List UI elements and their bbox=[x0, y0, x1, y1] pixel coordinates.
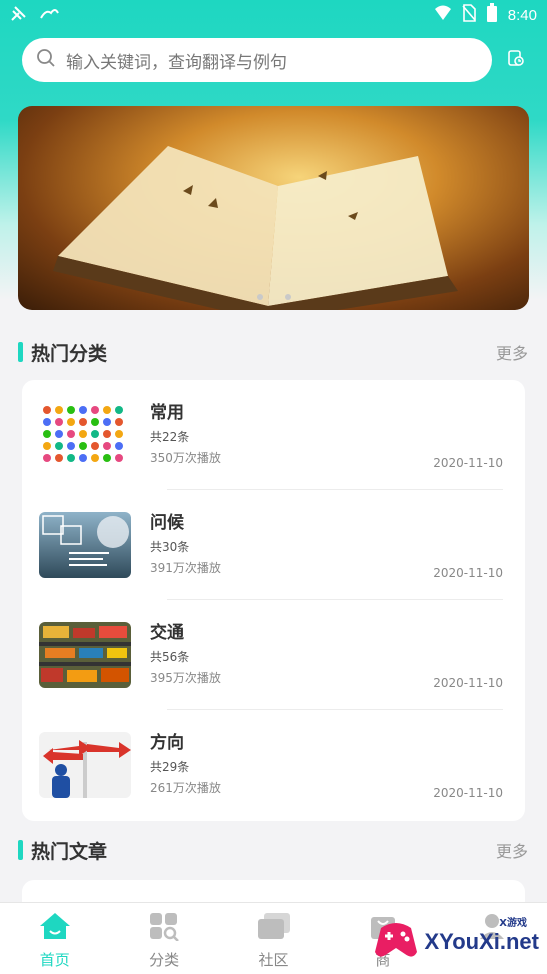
search-input[interactable]: 输入关键词，查询翻译与例句 bbox=[22, 38, 492, 82]
gamepad-logo-icon bbox=[373, 918, 419, 966]
more-link[interactable]: 更多 bbox=[496, 838, 528, 862]
category-thumbnail bbox=[39, 512, 131, 578]
carousel-indicator bbox=[18, 294, 529, 300]
tab-label: 首页 bbox=[39, 951, 70, 969]
search-placeholder: 输入关键词，查询翻译与例句 bbox=[66, 52, 287, 73]
carousel-dot[interactable] bbox=[284, 294, 291, 300]
category-thumbnail bbox=[39, 732, 131, 798]
category-date: 2020-11-10 bbox=[433, 676, 503, 690]
tab-label: 社区 bbox=[258, 951, 289, 969]
category-title: 常用 bbox=[150, 403, 184, 423]
carousel-dot[interactable] bbox=[256, 294, 263, 300]
category-title: 方向 bbox=[150, 733, 184, 753]
tab-category[interactable]: 分类 bbox=[109, 903, 218, 974]
no-sim-icon bbox=[462, 4, 476, 26]
category-title: 交通 bbox=[150, 623, 184, 643]
tab-home[interactable]: 首页 bbox=[0, 903, 109, 974]
category-item-greeting[interactable]: 问候 共30条 391万次播放 2020-11-10 bbox=[39, 490, 503, 600]
category-item-common[interactable]: 常用 共22条 350万次播放 2020-11-10 bbox=[39, 380, 503, 490]
battery-icon bbox=[486, 3, 498, 27]
community-icon bbox=[256, 911, 292, 945]
search-row: 输入关键词，查询翻译与例句 bbox=[22, 38, 532, 82]
watermark-small: X游戏 bbox=[499, 918, 527, 929]
more-link[interactable]: 更多 bbox=[496, 340, 528, 364]
section-title: 热门分类 bbox=[31, 342, 108, 365]
category-list: 常用 共22条 350万次播放 2020-11-10 问候 共30条 391万次… bbox=[22, 380, 525, 821]
banner-carousel[interactable] bbox=[18, 106, 529, 310]
status-bar: 8:40 bbox=[0, 0, 547, 30]
category-icon bbox=[148, 911, 180, 945]
category-title: 问候 bbox=[150, 513, 184, 533]
wifi-icon bbox=[434, 5, 452, 25]
accent-bar bbox=[18, 840, 23, 860]
watermark-text: XYouXi.net bbox=[424, 929, 540, 954]
cast-icon bbox=[38, 5, 60, 25]
category-thumbnail bbox=[39, 402, 131, 468]
clock: 8:40 bbox=[507, 6, 537, 24]
tab-label: 分类 bbox=[149, 951, 180, 969]
history-icon[interactable] bbox=[506, 48, 526, 72]
section-title: 热门文章 bbox=[31, 840, 108, 863]
category-count: 共30条 bbox=[150, 540, 190, 554]
category-date: 2020-11-10 bbox=[433, 456, 503, 470]
category-thumbnail bbox=[39, 622, 131, 688]
category-date: 2020-11-10 bbox=[433, 786, 503, 800]
hot-categories-header: 热门分类 更多 bbox=[18, 337, 528, 367]
category-item-direction[interactable]: 方向 共29条 261万次播放 2020-11-10 bbox=[39, 710, 503, 820]
home-icon bbox=[38, 911, 72, 945]
accent-bar bbox=[18, 342, 23, 362]
watermark: XYouXi.net X游戏 bbox=[373, 918, 540, 966]
satellite-icon bbox=[10, 4, 28, 26]
book-image bbox=[53, 146, 458, 310]
category-item-transport[interactable]: 交通 共56条 395万次播放 2020-11-10 bbox=[39, 600, 503, 710]
search-icon bbox=[36, 48, 56, 72]
category-count: 共56条 bbox=[150, 650, 190, 664]
category-date: 2020-11-10 bbox=[433, 566, 503, 580]
category-count: 共22条 bbox=[150, 430, 190, 444]
hot-articles-header: 热门文章 更多 bbox=[18, 835, 528, 865]
category-count: 共29条 bbox=[150, 760, 190, 774]
tab-community[interactable]: 社区 bbox=[219, 903, 328, 974]
